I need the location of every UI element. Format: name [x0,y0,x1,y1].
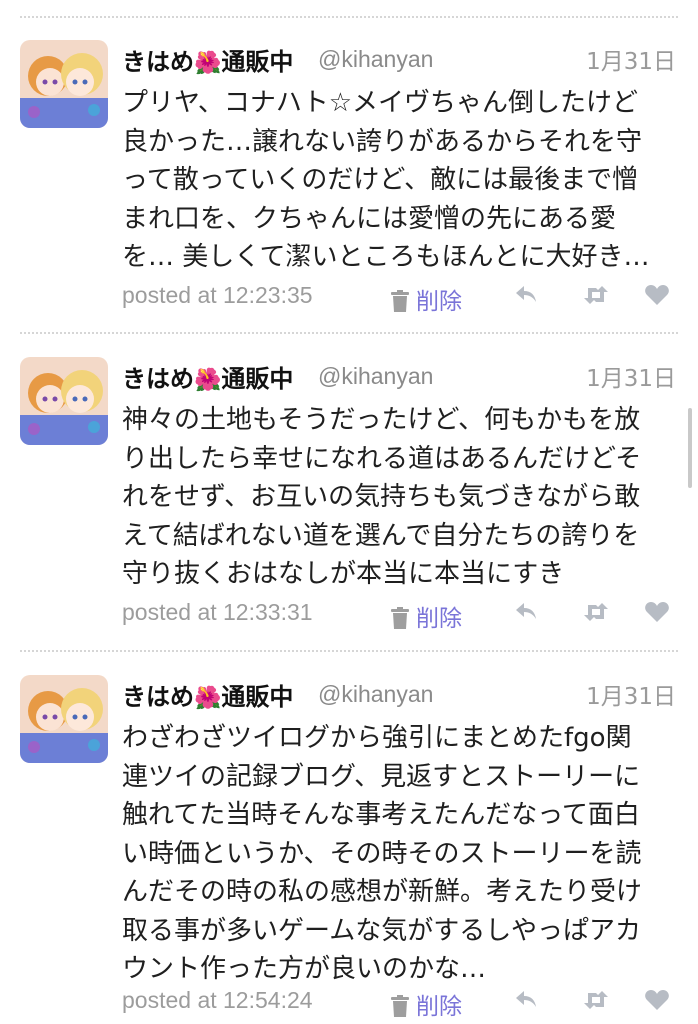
like-icon[interactable] [644,601,670,623]
retweet-icon[interactable] [582,284,610,306]
tweet-line: 神々の土地もそうだったけど、何もかもを放 [122,405,641,435]
tweet-line: 守り抜くおはなしが本当に本当にすき [122,559,565,589]
trash-icon [391,607,409,629]
retweet-icon[interactable] [582,989,610,1011]
user-name[interactable]: きはめ🌺通販中 [122,677,293,712]
scrollbar[interactable] [688,408,692,488]
tweet-line: 連ツイの記録ブログ、見返すとストーリーに [122,761,641,792]
delete-button[interactable]: 削除 [390,282,462,316]
trash-icon [391,995,409,1017]
tweet-text: わざわざツイログから強引にまとめたfgo関 連ツイの記録ブログ、見返すとストーリ… [122,719,682,989]
posted-at: posted at 12:33:31 [122,599,313,625]
tweet-meta: posted at 12:23:35 削除 [122,282,682,315]
tweet-line: わざわざツイログから強引にまとめたfgo関 [122,723,632,753]
tweet-line: んだその時の私の感想が新鮮。考えたり受け [122,877,643,907]
tweet-date[interactable]: 1月31日 [586,42,676,76]
tweet-meta: posted at 12:54:24 削除 [122,987,682,1020]
user-name[interactable]: きはめ🌺通販中 [122,42,293,77]
reply-icon[interactable] [514,989,538,1011]
flower-icon: 🌺 [194,686,222,711]
divider [20,650,678,652]
tweet-meta: posted at 12:33:31 削除 [122,599,682,632]
tweet-line: れをせず、お互いの気持ちも気づきながら敢 [122,482,641,512]
tweet-text: プリヤ、コナハト☆メイヴちゃん倒したけど 良かった…譲れない誇りがあるからそれを… [122,84,682,277]
divider [20,332,678,334]
delete-button[interactable]: 削除 [390,599,462,633]
tweet-line: い時価というか、その時そのストーリーを読 [122,838,642,869]
like-icon[interactable] [644,989,670,1011]
user-handle[interactable]: @kihanyan [318,681,433,708]
avatar[interactable] [20,40,108,128]
tweet-date[interactable]: 1月31日 [586,677,676,711]
flower-icon: 🌺 [194,368,222,393]
user-name[interactable]: きはめ🌺通販中 [122,359,293,394]
user-handle[interactable]: @kihanyan [318,46,433,73]
avatar[interactable] [20,357,108,445]
retweet-icon[interactable] [582,601,610,623]
avatar[interactable] [20,675,108,763]
tweet-line: 取る事が多いゲームな気がするしやっぱアカ [122,915,641,946]
tweet-line: を… 美しくて潔いところもほんとに大好き… [122,242,650,272]
like-icon[interactable] [644,284,670,306]
trash-icon [391,290,409,312]
tweet-line: って散っていくのだけど、敵には最後まで憎 [122,165,639,195]
tweet-date[interactable]: 1月31日 [586,359,676,393]
flower-icon: 🌺 [194,51,222,76]
delete-button[interactable]: 削除 [390,987,462,1021]
user-handle[interactable]: @kihanyan [318,363,433,390]
divider [20,16,678,18]
reply-icon[interactable] [514,284,538,306]
posted-at: posted at 12:23:35 [122,282,313,308]
tweet-line: プリヤ、コナハト☆メイヴちゃん倒したけど [122,88,639,118]
tweet-text: 神々の土地もそうだったけど、何もかもを放 り出したら幸せになれる道はあるんだけど… [122,401,682,594]
tweet-line: り出したら幸せになれる道はあるんだけどそ [122,443,642,474]
tweet-line: まれ口を、クちゃんには愛憎の先にある愛 [122,203,617,234]
tweet-line: ウント作った方が良いのかな… [122,954,487,984]
reply-icon[interactable] [514,601,538,623]
posted-at: posted at 12:54:24 [122,987,313,1013]
tweet-line: 触れてた当時そんな事考えたんだなって面白 [122,800,640,830]
tweet-line: 良かった…譲れない誇りがあるからそれを守 [122,126,643,157]
tweet-line: えて結ばれない道を選んで自分たちの誇りを [122,520,640,551]
